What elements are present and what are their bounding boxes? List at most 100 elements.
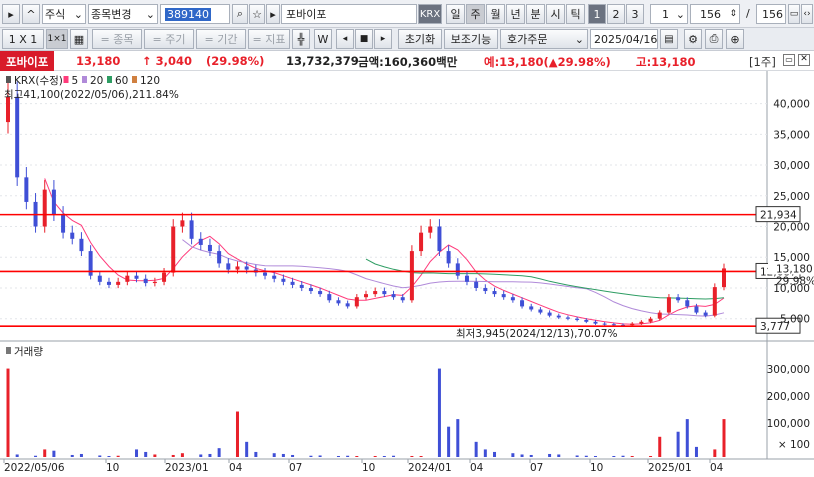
x-tick-label: 10: [590, 462, 603, 474]
reset-button[interactable]: 초기화: [398, 29, 442, 49]
close-icon[interactable]: ✕: [798, 54, 810, 66]
aux-function-button[interactable]: 보조기능: [444, 29, 498, 49]
num-tab-1[interactable]: 2: [607, 4, 625, 24]
arrow-icon[interactable]: ▸: [266, 4, 280, 24]
layout-toggle-button[interactable]: 1×1: [46, 29, 68, 49]
wave-icon[interactable]: W: [314, 29, 332, 49]
price-tick: 30,000: [773, 160, 810, 172]
expand-icon: ▸: [8, 7, 14, 21]
volume-bar: [135, 449, 139, 457]
period-button[interactable]: = 기간: [196, 29, 246, 49]
price-tick: 10,000: [773, 283, 810, 295]
candle-body: [565, 317, 570, 319]
period-tab-2[interactable]: 월: [486, 4, 505, 24]
item-button[interactable]: = 종목: [92, 29, 142, 49]
volume-bar: [694, 446, 698, 457]
volume-bar: [70, 454, 74, 457]
crosshair-icon[interactable]: ╬: [292, 29, 310, 49]
gear-icon[interactable]: ⚙: [684, 29, 702, 49]
rewind-icon[interactable]: ◂: [336, 29, 354, 49]
candle-body: [51, 189, 56, 215]
candle-body: [538, 309, 543, 313]
nav-arrows-icon[interactable]: ‹›: [801, 4, 813, 24]
exchange-badge[interactable]: KRX: [418, 4, 442, 24]
play-icon[interactable]: ▸: [374, 29, 392, 49]
candle-body: [336, 300, 341, 304]
date-input[interactable]: 2025/04/16: [590, 29, 658, 49]
legend-item: 20: [90, 75, 103, 87]
volume-bar: [235, 411, 239, 457]
candle-body: [226, 263, 231, 270]
cycle-label: = 주기: [152, 33, 186, 46]
candle-body: [611, 324, 616, 326]
legend-swatch: [132, 76, 137, 83]
candle-body: [602, 323, 607, 325]
candle-body: [584, 319, 589, 322]
volume-bar: [254, 451, 258, 457]
price-tick: 35,000: [773, 129, 810, 141]
candle-body: [510, 297, 515, 301]
candle-body: [318, 291, 323, 295]
star-icon[interactable]: ☆: [249, 4, 265, 24]
high-note: 최고41,100(2022/05/06),211.84%: [4, 89, 179, 101]
candle-body: [575, 318, 580, 320]
count-input[interactable]: 156 ⇕: [690, 4, 740, 24]
volume-legend-swatch: [6, 347, 11, 354]
search-icon[interactable]: ⌕: [232, 4, 248, 24]
period-tab-6[interactable]: 틱: [566, 4, 585, 24]
volume-bar: [272, 453, 276, 457]
volume-bar: [116, 455, 120, 457]
layout-1x1-button[interactable]: 1 X 1: [2, 29, 44, 49]
volume-bar: [245, 441, 249, 457]
period-tab-1[interactable]: 주: [466, 4, 485, 24]
volume-bar: [713, 449, 717, 457]
candle-body: [198, 238, 203, 245]
calendar-icon[interactable]: ▤: [660, 29, 678, 49]
reset-label: 초기화: [404, 33, 436, 46]
period-tab-4[interactable]: 분: [526, 4, 545, 24]
num-tab-2[interactable]: 3: [626, 4, 644, 24]
candle-body: [327, 294, 332, 301]
candle-body: [648, 318, 653, 322]
candle-body: [308, 287, 313, 292]
period-tab-3[interactable]: 년: [506, 4, 525, 24]
quote-info-bar: 포바이포 13,180 ↑ 3,040 (29.98%) 13,732,379 …: [0, 51, 814, 71]
window-icon[interactable]: ▭: [788, 4, 800, 24]
volume-bar: [419, 456, 423, 457]
minimize-icon[interactable]: ▭: [783, 54, 795, 66]
stock-code-input[interactable]: 389140: [160, 4, 230, 24]
candle-body: [244, 266, 249, 270]
cycle-button[interactable]: = 주기: [144, 29, 194, 49]
print-icon[interactable]: ⎙: [705, 29, 723, 49]
candle-body: [364, 294, 368, 298]
legend-swatch: [6, 76, 11, 83]
price-tick: 15,000: [773, 252, 810, 264]
expand-button[interactable]: ▸: [2, 4, 20, 24]
date-value: 2025/04/16: [594, 32, 658, 46]
table-icon[interactable]: ▦: [70, 29, 88, 49]
volume-tick: 300,000: [767, 364, 810, 376]
candle-body: [116, 281, 121, 285]
indicator-button[interactable]: = 지표: [248, 29, 290, 49]
volume-bar: [336, 455, 340, 457]
period-tab-5[interactable]: 시: [546, 4, 565, 24]
indicator-label: = 지표: [252, 33, 286, 46]
volume-bar: [382, 456, 386, 457]
search-caret-icon[interactable]: ^: [22, 4, 40, 24]
candle-body: [70, 232, 75, 239]
period-tab-0[interactable]: 일: [446, 4, 465, 24]
stock-chart[interactable]: 21,93412,6873,77713,18029.98% 40,00035,0…: [0, 71, 814, 477]
volume-bar: [107, 455, 111, 457]
info-volume: 13,732,379: [286, 54, 359, 68]
interval-input[interactable]: 1 ⌄: [650, 4, 688, 24]
chevron-down-icon: ⌄: [574, 32, 584, 46]
num-tab-0[interactable]: 1: [588, 4, 606, 24]
volume-bar: [676, 431, 680, 457]
stock-change-select[interactable]: 종목변경 ⌄: [88, 4, 158, 24]
volume-bar: [557, 454, 561, 457]
stop-icon[interactable]: ■: [355, 29, 373, 49]
candle-body: [712, 287, 717, 316]
market-select[interactable]: 주식 ⌄: [42, 4, 86, 24]
plus-circle-icon[interactable]: ⊕: [726, 29, 744, 49]
quote-order-select[interactable]: 호가주문 ⌄: [500, 29, 588, 49]
